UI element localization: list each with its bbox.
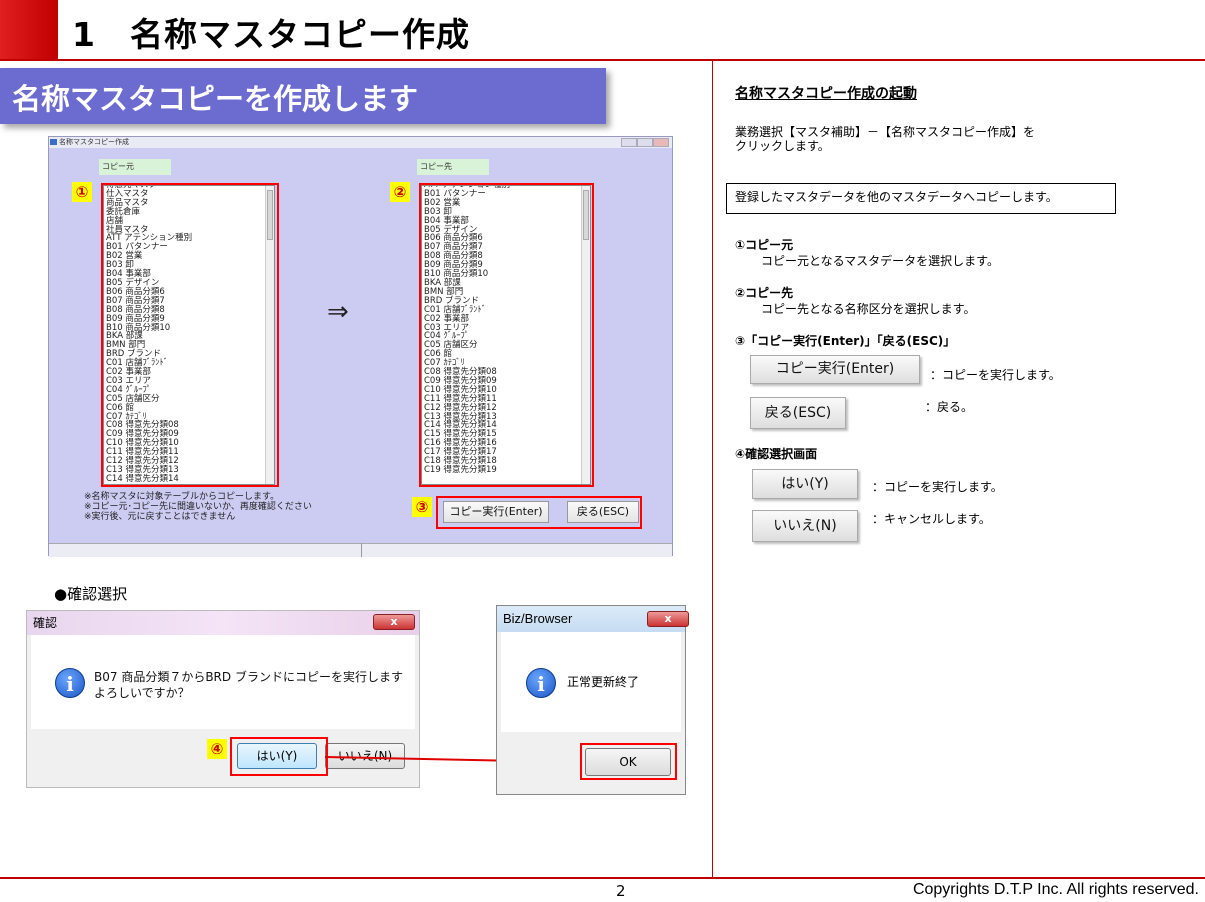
done-dialog: Biz/Browser x i 正常更新終了 OK: [496, 605, 689, 795]
app-window-title: 名称マスタコピー作成: [59, 138, 129, 146]
marker-2: ②: [390, 182, 410, 202]
yes-desc: ：コピーを実行します。: [872, 480, 1003, 494]
step3-title: ③「コピー実行(Enter)」「戻る(ESC)」: [735, 334, 956, 348]
description-box: 登録したマスタデータを他のマスタデータへコピーします。: [726, 183, 1116, 214]
marker-3: ③: [412, 497, 432, 517]
highlight-source: [101, 183, 279, 487]
done-dialog-message: 正常更新終了: [567, 675, 640, 689]
app-window-titlebar: 名称マスタコピー作成: [49, 137, 672, 148]
marker-4: ④: [207, 739, 227, 759]
highlight-buttons: [436, 496, 642, 529]
marker-1: ①: [72, 182, 92, 202]
status-bar-divider: [361, 543, 362, 557]
back-desc: ：戻る。: [925, 400, 974, 414]
confirm-dialog-title: 確認: [27, 611, 419, 635]
arrow-right: ⇒: [327, 297, 349, 327]
sample-yes-button: はい(Y): [752, 469, 858, 499]
highlight-dest: [419, 183, 594, 487]
close-icon[interactable]: [653, 138, 669, 147]
highlight-ok: [580, 743, 677, 780]
dest-label: コピー先: [417, 159, 489, 175]
app-window: 名称マスタコピー作成 コピー元 コピー先 得意先マスタ 仕入マスタ 商品マスタ 委託倉…: [48, 136, 673, 557]
header-divider: [0, 59, 1205, 61]
app-window-icon: [50, 139, 57, 145]
sample-execute-button: コピー実行(Enter): [750, 355, 920, 384]
step4-title: ④確認選択画面: [735, 447, 818, 461]
step2-desc: コピー先となる名称区分を選択します。: [761, 302, 976, 316]
step2-title: ②コピー先: [735, 286, 794, 300]
sample-back-button: 戻る(ESC): [750, 397, 846, 429]
copyright-text: Copyrights D.T.P Inc. All rights reserve…: [912, 881, 1199, 898]
note-line: ※名称マスタに対象テーブルからコピーします。: [84, 492, 280, 502]
confirm-message-line: よろしいですか？: [94, 686, 190, 700]
minimize-icon[interactable]: [621, 138, 637, 147]
section-banner-text: 名称マスタコピーを作成します: [12, 82, 419, 116]
maximize-icon[interactable]: [637, 138, 653, 147]
step1-title: ①コピー元: [735, 238, 794, 252]
no-desc: ：キャンセルします。: [872, 512, 991, 526]
confirm-section-label: ●確認選択: [54, 585, 128, 603]
page-number: 2: [616, 882, 626, 900]
step1-desc: コピー元となるマスタデータを選択します。: [761, 254, 999, 268]
header-accent-bar: [0, 0, 58, 60]
intro-line: 業務選択【マスタ補助】－【名称マスタコピー作成】を: [735, 125, 1036, 139]
confirm-message-line: B07 商品分類７からBRD ブランドにコピーを実行します: [94, 670, 403, 684]
execute-desc: ：コピーを実行します。: [930, 368, 1061, 382]
footer-divider: [0, 877, 1205, 879]
source-label: コピー元: [99, 159, 171, 175]
intro-line: クリックします。: [735, 139, 830, 153]
intro-text: 業務選択【マスタ補助】－【名称マスタコピー作成】を クリックします。: [735, 125, 1035, 153]
close-icon[interactable]: x: [647, 611, 689, 627]
note-line: ※コピー元･コピー先に間違いないか、再度確認ください: [84, 502, 312, 512]
close-icon[interactable]: x: [373, 614, 415, 630]
info-icon: i: [526, 668, 556, 698]
right-heading: 名称マスタコピー作成の起動: [735, 86, 917, 102]
notes-block: ※名称マスタに対象テーブルからコピーします。 ※コピー元･コピー先に間違いないか…: [84, 492, 312, 522]
info-icon: i: [55, 668, 85, 698]
note-line: ※実行後、元に戻すことはできません: [84, 512, 236, 522]
sample-no-button: いいえ(N): [752, 510, 858, 542]
confirm-dialog-message: B07 商品分類７からBRD ブランドにコピーを実行します よろしいですか？: [94, 669, 403, 701]
page-title: 1 名称マスタコピー作成: [72, 15, 470, 54]
column-divider: [712, 61, 713, 878]
